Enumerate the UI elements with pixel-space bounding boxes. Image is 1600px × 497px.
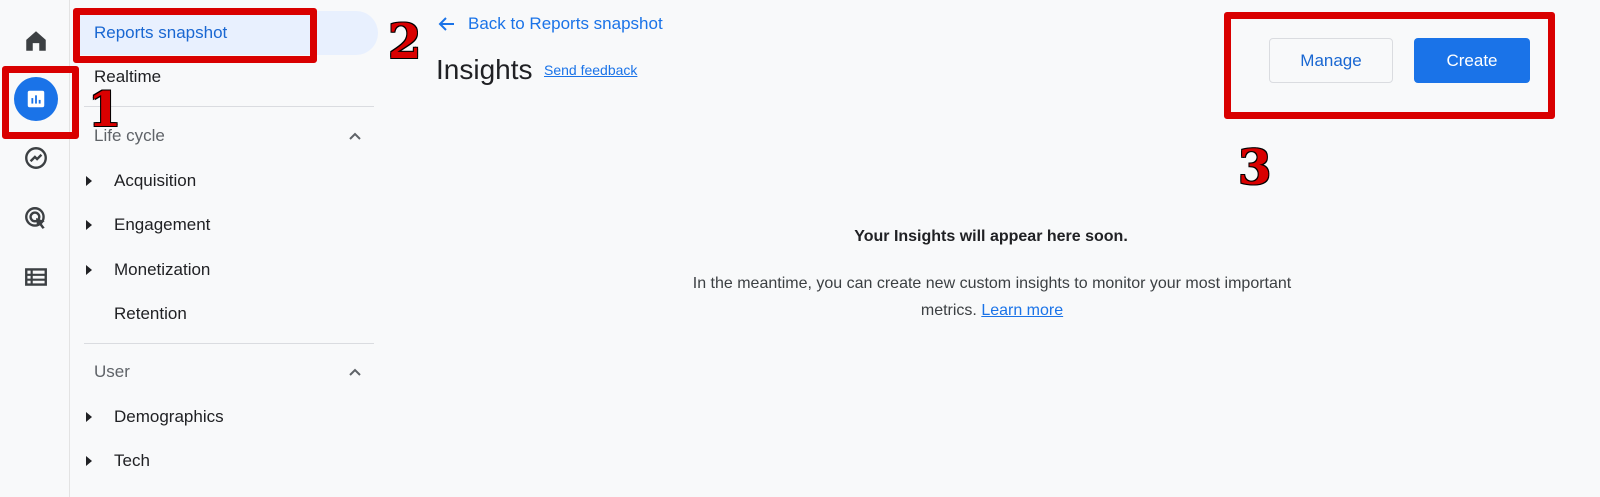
caret-right-icon xyxy=(86,265,92,275)
arrow-left-icon xyxy=(438,17,454,31)
nav-reports-snapshot-label: Reports snapshot xyxy=(94,23,228,42)
send-feedback-link[interactable]: Send feedback xyxy=(544,62,637,78)
main-content: Back to Reports snapshot Insights Send f… xyxy=(382,0,1600,497)
nav-tech[interactable]: Tech xyxy=(70,439,150,483)
nav-retention-label: Retention xyxy=(114,304,187,323)
nav-tech-label: Tech xyxy=(114,451,150,470)
learn-more-link[interactable]: Learn more xyxy=(981,302,1063,319)
nav-acquisition-label: Acquisition xyxy=(114,171,197,190)
manage-button[interactable]: Manage xyxy=(1269,38,1393,83)
nav-monetization[interactable]: Monetization xyxy=(70,248,210,292)
nav-demographics[interactable]: Demographics xyxy=(70,395,224,439)
empty-state-title: Your Insights will appear here soon. xyxy=(854,228,1128,245)
nav-engagement[interactable]: Engagement xyxy=(70,203,210,247)
explore-icon[interactable] xyxy=(14,136,58,180)
nav-engagement-label: Engagement xyxy=(114,215,211,234)
page-title: Insights xyxy=(436,54,533,85)
caret-right-icon xyxy=(86,220,92,230)
nav-divider xyxy=(84,106,374,107)
reports-nav: Reports snapshot Realtime Life cycle Acq… xyxy=(70,0,382,497)
nav-retention[interactable]: Retention xyxy=(70,292,187,336)
nav-reports-snapshot[interactable]: Reports snapshot xyxy=(76,11,378,55)
section-user-label: User xyxy=(94,362,130,381)
section-lifecycle[interactable]: Life cycle xyxy=(94,116,362,156)
empty-state-text: In the meantime, you can create new cust… xyxy=(682,270,1302,324)
chevron-up-icon xyxy=(349,132,361,140)
nav-demographics-label: Demographics xyxy=(114,407,224,426)
caret-right-icon xyxy=(86,456,92,466)
section-user[interactable]: User xyxy=(94,352,362,392)
nav-monetization-label: Monetization xyxy=(114,260,211,279)
caret-right-icon xyxy=(86,176,92,186)
back-link-label: Back to Reports snapshot xyxy=(468,14,663,33)
configure-icon[interactable] xyxy=(14,255,58,299)
annotation-number-3: 3 xyxy=(1238,140,1272,196)
nav-acquisition[interactable]: Acquisition xyxy=(70,159,196,203)
left-rail xyxy=(0,0,70,497)
nav-divider xyxy=(84,343,374,344)
back-link[interactable]: Back to Reports snapshot xyxy=(438,14,663,34)
advertising-icon[interactable] xyxy=(14,196,58,240)
create-button[interactable]: Create xyxy=(1414,38,1530,83)
caret-right-icon xyxy=(86,412,92,422)
annotation-number-2: 2 xyxy=(388,14,422,70)
reports-icon[interactable] xyxy=(14,77,58,121)
annotation-number-1: 1 xyxy=(88,82,122,138)
home-icon[interactable] xyxy=(14,19,58,63)
chevron-up-icon xyxy=(349,368,361,376)
